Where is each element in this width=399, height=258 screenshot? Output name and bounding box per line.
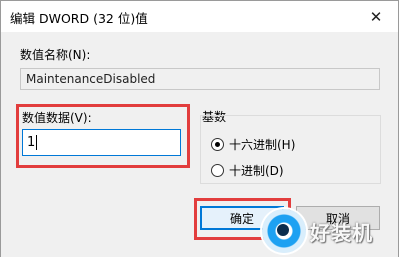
radio-hexadecimal[interactable]: 十六进制(H) — [211, 136, 295, 153]
watermark-text: 好装机 — [310, 220, 373, 245]
value-data-label: 数值数据(V): — [22, 111, 92, 125]
window-title: 编辑 DWORD (32 位)值 — [10, 11, 148, 26]
close-icon[interactable]: ✕ — [354, 1, 398, 32]
radio-selected-icon[interactable] — [211, 138, 224, 151]
value-data-text: 1 — [27, 135, 36, 150]
radio-unselected-icon[interactable] — [211, 164, 224, 177]
radio-hexadecimal-label: 十六进制(H) — [229, 138, 296, 152]
text-caret — [36, 135, 38, 150]
radio-decimal-label: 十进制(D) — [229, 164, 284, 178]
radio-decimal[interactable]: 十进制(D) — [211, 162, 284, 179]
eye-logo-icon — [262, 209, 306, 253]
value-name-label: 数值名称(N): — [20, 48, 91, 62]
title-bar[interactable]: 编辑 DWORD (32 位)值 ✕ — [1, 1, 398, 32]
value-data-input[interactable]: 1 — [22, 129, 181, 156]
watermark: 好装机 — [262, 207, 399, 255]
value-name-field: MaintenanceDisabled — [20, 68, 380, 90]
